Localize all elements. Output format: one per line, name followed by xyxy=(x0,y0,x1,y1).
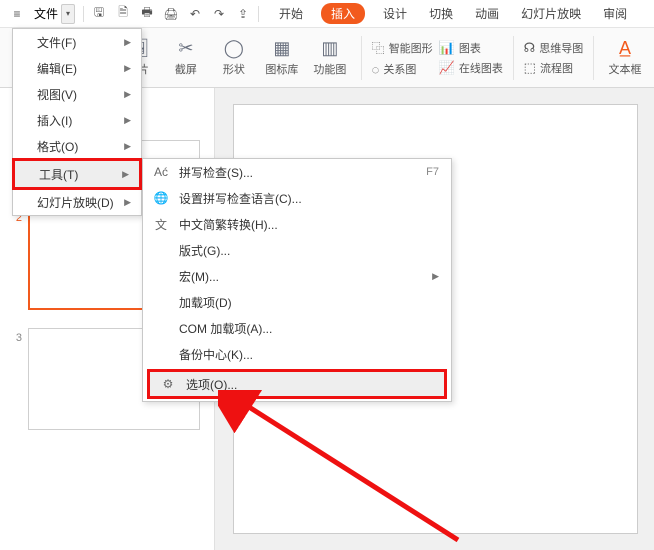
separator xyxy=(258,6,259,22)
ribbon-textbox[interactable]: A̲文本框 xyxy=(604,32,646,84)
chevron-right-icon: ▶ xyxy=(122,169,129,180)
submenu-macro[interactable]: 宏(M)... ▶ xyxy=(143,263,451,289)
chevron-right-icon: ▶ xyxy=(124,197,131,208)
menu-view[interactable]: 视图(V)▶ xyxy=(13,81,141,107)
menu-tools[interactable]: 工具(T)▶ xyxy=(15,161,139,187)
ribbon-relation[interactable]: ◌关系图 xyxy=(372,61,433,77)
chevron-right-icon: ▶ xyxy=(124,141,131,152)
submenu-backup[interactable]: 备份中心(K)... xyxy=(143,341,451,367)
save-icon[interactable]: 🖫 xyxy=(88,3,110,25)
slide-number: 2 xyxy=(10,208,22,310)
menu-edit[interactable]: 编辑(E)▶ xyxy=(13,55,141,81)
submenu-options[interactable]: ⚙选项(O)... xyxy=(150,372,444,396)
tab-review[interactable]: 审阅 xyxy=(599,3,631,24)
chevron-right-icon: ▶ xyxy=(124,63,131,74)
highlight-box: ⚙选项(O)... xyxy=(147,369,447,399)
separator xyxy=(593,36,594,80)
chart-icon: 📊 xyxy=(439,40,455,56)
convert-icon: 文 xyxy=(153,216,169,233)
flowchart-icon: ⬚ xyxy=(524,60,536,76)
menu-format[interactable]: 格式(O)▶ xyxy=(13,133,141,159)
tab-transition[interactable]: 切换 xyxy=(425,3,457,24)
file-menu-label: 文件 xyxy=(34,5,58,22)
quick-access-toolbar: ≡ 文件 ▾ 🖫 🗎 🖶 🖨 ↶ ↷ ⇪ 开始 插入 设计 切换 动画 幻灯片放… xyxy=(0,0,654,28)
ribbon-screenshot[interactable]: ✂截屏 xyxy=(165,32,207,84)
smartart-icon: ⿻ xyxy=(372,38,385,57)
keyboard-shortcut: F7 xyxy=(426,166,439,178)
chevron-right-icon: ▶ xyxy=(124,37,131,48)
save-as-icon[interactable]: 🗎 xyxy=(112,3,134,25)
iconlib-icon: ▦ xyxy=(273,38,290,59)
menu-slideshow[interactable]: 幻灯片放映(D)▶ xyxy=(13,189,141,215)
redo-icon[interactable]: ↷ xyxy=(208,3,230,25)
chevron-right-icon: ▶ xyxy=(124,115,131,126)
ribbon-iconlib[interactable]: ▦图标库 xyxy=(261,32,303,84)
file-menu-button[interactable]: 文件 ▾ xyxy=(30,3,79,25)
submenu-addin[interactable]: 加载项(D) xyxy=(143,289,451,315)
ribbon-onlinechart[interactable]: 📈在线图表 xyxy=(439,60,503,76)
tab-animation[interactable]: 动画 xyxy=(471,3,503,24)
globe-icon: 🌐 xyxy=(153,191,169,205)
tab-slideshow[interactable]: 幻灯片放映 xyxy=(517,3,585,24)
tools-submenu: Ać拼写检查(S)... F7 🌐设置拼写检查语言(C)... 文中文简繁转换(… xyxy=(142,158,452,402)
slide-number: 3 xyxy=(10,328,22,430)
print-icon[interactable]: 🖶 xyxy=(136,3,158,25)
separator xyxy=(513,36,514,80)
submenu-template[interactable]: 版式(G)... xyxy=(143,237,451,263)
separator xyxy=(361,36,362,80)
screenshot-icon: ✂ xyxy=(178,38,193,59)
ribbon-shape[interactable]: ◯形状 xyxy=(213,32,255,84)
hamburger-icon[interactable]: ≡ xyxy=(6,3,28,25)
textbox-icon: A̲ xyxy=(619,38,631,59)
relation-icon: ◌ xyxy=(372,62,380,77)
ribbon-tabs: 开始 插入 设计 切换 动画 幻灯片放映 审阅 xyxy=(275,3,631,24)
undo-icon[interactable]: ↶ xyxy=(184,3,206,25)
submenu-spelllang[interactable]: 🌐设置拼写检查语言(C)... xyxy=(143,185,451,211)
ribbon-flowchart[interactable]: ⬚流程图 xyxy=(524,60,584,76)
ribbon-chart[interactable]: 📊图表 xyxy=(439,40,503,56)
menu-insert[interactable]: 插入(I)▶ xyxy=(13,107,141,133)
submenu-spellcheck[interactable]: Ać拼写检查(S)... F7 xyxy=(143,159,451,185)
highlight-box: 工具(T)▶ xyxy=(12,158,142,190)
gear-icon: ⚙ xyxy=(160,377,176,391)
submenu-comaddin[interactable]: COM 加载项(A)... xyxy=(143,315,451,341)
spellcheck-icon: Ać xyxy=(153,165,169,179)
ribbon-smartart[interactable]: ⿻智能图形 xyxy=(372,38,433,57)
ribbon-mindmap[interactable]: ☊思维导图 xyxy=(524,40,584,56)
menu-file[interactable]: 文件(F)▶ xyxy=(13,29,141,55)
separator xyxy=(83,6,84,22)
chevron-right-icon: ▶ xyxy=(124,89,131,100)
tab-start[interactable]: 开始 xyxy=(275,3,307,24)
submenu-chconvert[interactable]: 文中文简繁转换(H)... xyxy=(143,211,451,237)
file-dropdown-menu: 文件(F)▶ 编辑(E)▶ 视图(V)▶ 插入(I)▶ 格式(O)▶ 工具(T)… xyxy=(12,28,142,216)
chevron-down-icon[interactable]: ▾ xyxy=(61,4,75,24)
shape-icon: ◯ xyxy=(224,38,244,59)
ribbon-funcimg[interactable]: ▥功能图 xyxy=(309,32,351,84)
onlinechart-icon: 📈 xyxy=(439,60,455,76)
funcimg-icon: ▥ xyxy=(321,38,338,59)
tab-design[interactable]: 设计 xyxy=(379,3,411,24)
tab-insert[interactable]: 插入 xyxy=(321,3,365,24)
mindmap-icon: ☊ xyxy=(524,40,536,56)
print-preview-icon[interactable]: 🖨 xyxy=(160,3,182,25)
chevron-right-icon: ▶ xyxy=(432,271,439,282)
export-icon[interactable]: ⇪ xyxy=(232,3,254,25)
